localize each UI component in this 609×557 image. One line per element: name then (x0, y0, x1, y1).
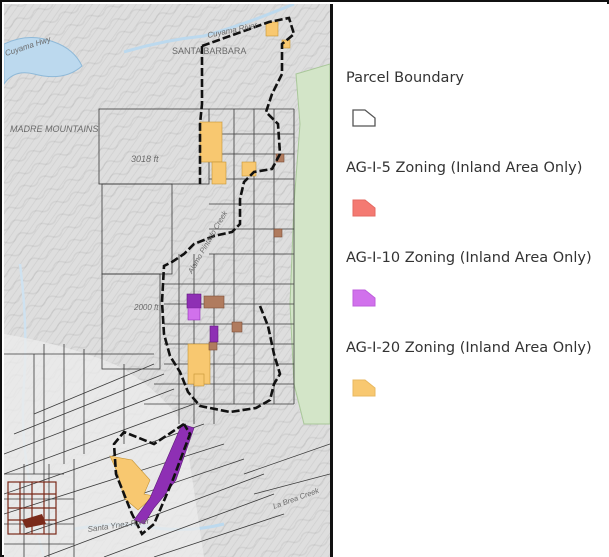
map-canvas[interactable]: SANTA BARBARA MADRE MOUNTAINS 3018 ft 20… (4, 4, 330, 557)
ag-i-10-swatch (352, 289, 376, 307)
legend-label-ag-i-10: AG-I-10 Zoning (Inland Area Only) (346, 250, 592, 266)
city-label: SANTA BARBARA (172, 46, 246, 56)
map-frame: SANTA BARBARA MADRE MOUNTAINS 3018 ft 20… (0, 0, 609, 557)
legend-label-parcel-boundary: Parcel Boundary (346, 70, 464, 86)
ag-i-5-swatch (352, 199, 376, 217)
legend-label-ag-i-20: AG-I-20 Zoning (Inland Area Only) (346, 340, 592, 356)
legend-panel: Parcel Boundary AG-I-5 Zoning (Inland Ar… (333, 4, 609, 557)
parcel-boundary-swatch (352, 109, 376, 127)
ag-i-20-swatch (352, 379, 376, 397)
legend-label-ag-i-5: AG-I-5 Zoning (Inland Area Only) (346, 160, 583, 176)
contour-elevation-label: 2000 ft (133, 303, 159, 312)
peak-elevation-label: 3018 ft (131, 154, 159, 164)
map-view[interactable]: SANTA BARBARA MADRE MOUNTAINS 3018 ft 20… (4, 4, 333, 557)
mountains-label: MADRE MOUNTAINS (10, 124, 98, 134)
